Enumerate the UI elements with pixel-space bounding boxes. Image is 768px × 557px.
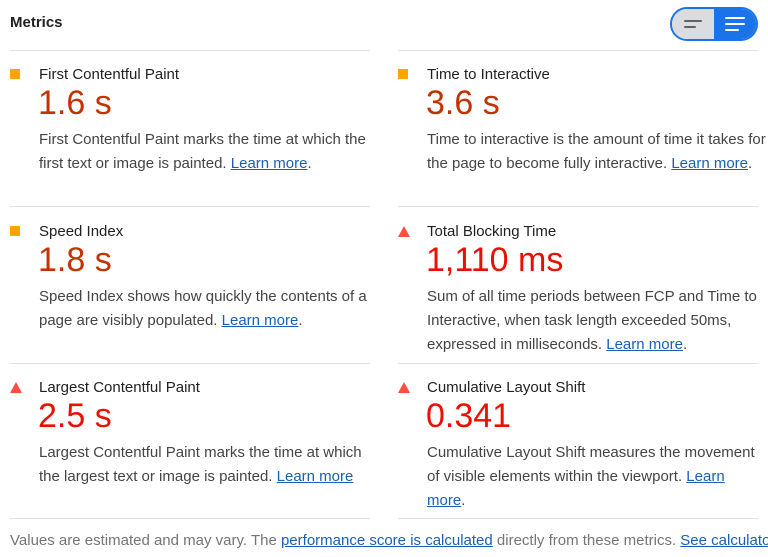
orange-square-icon: [398, 69, 408, 79]
learn-more-link[interactable]: Learn more: [277, 468, 354, 485]
punctuation: .: [682, 336, 688, 353]
metric-title: Time to Interactive: [427, 66, 550, 83]
metric-title: Total Blocking Time: [427, 223, 557, 240]
footer-text: directly from these metrics.: [492, 532, 677, 549]
footer-note: Values are estimated and may vary. The p…: [10, 532, 768, 549]
red-triangle-icon: [398, 226, 410, 237]
divider: [398, 50, 758, 51]
learn-more-link[interactable]: Learn more: [231, 155, 308, 172]
metric-value: 1.8 s: [38, 241, 112, 279]
orange-square-icon: [10, 69, 20, 79]
metric-value: 0.341: [426, 397, 512, 435]
metric-title: Speed Index: [39, 223, 124, 240]
metric-description-text: First Contentful Paint marks the time at…: [39, 131, 366, 172]
metric-description: Largest Contentful Paint marks the time …: [39, 441, 379, 489]
metric-title: Largest Contentful Paint: [39, 379, 200, 396]
punctuation: .: [461, 492, 466, 509]
metric-title: First Contentful Paint: [39, 66, 180, 83]
learn-more-link[interactable]: Learn more: [222, 312, 299, 329]
learn-more-link[interactable]: Learn more: [671, 155, 748, 172]
red-triangle-icon: [10, 382, 22, 393]
punctuation: .: [298, 312, 303, 329]
collapsed-view-icon: [684, 16, 702, 32]
metric-description: Sum of all time periods between FCP and …: [427, 285, 767, 357]
metric-value: 1.6 s: [38, 84, 112, 122]
metric-description: Speed Index shows how quickly the conten…: [39, 285, 379, 333]
divider: [398, 518, 758, 519]
metric-description: First Contentful Paint marks the time at…: [39, 128, 379, 176]
metric-description-text: Speed Index shows how quickly the conten…: [39, 288, 367, 329]
expanded-view-icon: [725, 13, 745, 35]
collapsed-view-button[interactable]: [672, 9, 714, 39]
metric-value: 2.5 s: [38, 397, 112, 435]
divider: [10, 518, 370, 519]
metric-value: 3.6 s: [426, 84, 500, 122]
metric-description-text: Sum of all time periods between FCP and …: [427, 288, 757, 353]
punctuation: .: [307, 155, 312, 172]
expanded-view-button[interactable]: [714, 9, 756, 39]
footer-text: Values are estimated and may vary. The: [10, 532, 281, 549]
divider: [10, 363, 370, 364]
divider: [398, 363, 758, 364]
view-toggle[interactable]: [670, 7, 758, 41]
red-triangle-icon: [398, 382, 410, 393]
metrics-title: Metrics: [10, 14, 63, 31]
metric-description: Cumulative Layout Shift measures the mov…: [427, 441, 767, 513]
metric-description: Time to interactive is the amount of tim…: [427, 128, 767, 176]
learn-more-link[interactable]: Learn more: [606, 336, 683, 353]
metric-title: Cumulative Layout Shift: [427, 379, 586, 396]
divider: [398, 206, 758, 207]
punctuation: .: [748, 155, 753, 172]
metric-value: 1,110 ms: [426, 241, 564, 279]
divider: [10, 206, 370, 207]
see-calculator-link[interactable]: See calculator.: [680, 532, 768, 549]
orange-square-icon: [10, 226, 20, 236]
performance-score-link[interactable]: performance score is calculated: [281, 532, 493, 549]
divider: [10, 50, 370, 51]
